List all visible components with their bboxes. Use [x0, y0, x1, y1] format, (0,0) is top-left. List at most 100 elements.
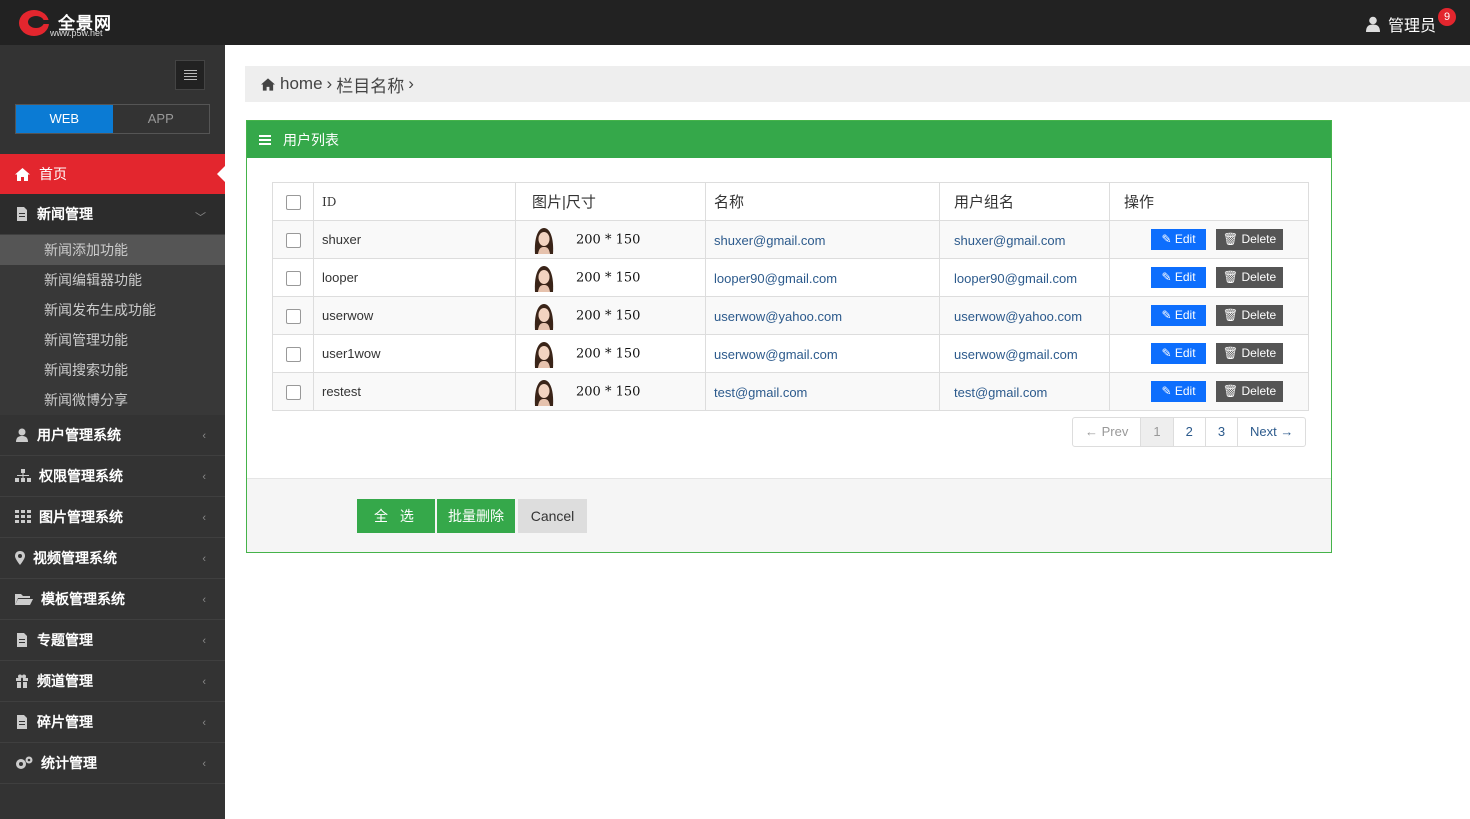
- chevron-left-icon: ‹: [202, 758, 206, 770]
- submenu-item[interactable]: 新闻管理功能: [0, 325, 225, 355]
- sidebar-item-fragments[interactable]: 碎片管理 ‹: [0, 702, 225, 743]
- prev-page-button[interactable]: ← Prev: [1073, 418, 1140, 446]
- panel-footer: 全 选 批量删除 Cancel: [247, 478, 1331, 552]
- user-group-link[interactable]: shuxer@gmail.com: [954, 233, 1065, 248]
- row-checkbox[interactable]: [285, 232, 301, 248]
- user-name-link[interactable]: shuxer@gmail.com: [714, 233, 825, 248]
- tab-web[interactable]: WEB: [16, 105, 113, 133]
- user-group-link[interactable]: test@gmail.com: [954, 385, 1047, 400]
- user-name-link[interactable]: userwow@yahoo.com: [714, 309, 842, 324]
- avatar: [534, 227, 554, 254]
- delete-button[interactable]: 🗑 Delete: [1216, 343, 1283, 364]
- sitemap-icon: [15, 469, 31, 482]
- edit-button[interactable]: ✎ Edit: [1151, 229, 1206, 250]
- user-menu[interactable]: 管理员 9: [1365, 8, 1456, 35]
- sidebar-toggle-button[interactable]: [175, 60, 205, 90]
- sidebar: WEB APP 首页 新闻管理 ﹀ 新闻添加功能 新闻编辑器功能 新闻发布生成功…: [0, 45, 225, 819]
- user-table: ID 图片|尺寸 名称 用户组名 操作 shuxer 200 * 150 shu…: [272, 182, 1309, 411]
- column-header-image: 图片|尺寸: [515, 182, 706, 221]
- submenu-item[interactable]: 新闻添加功能: [0, 235, 225, 265]
- sidebar-item-images[interactable]: 图片管理系统 ‹: [0, 497, 225, 538]
- row-id: user1wow: [313, 334, 516, 373]
- user-group-link[interactable]: looper90@gmail.com: [954, 271, 1077, 286]
- table-row: userwow 200 * 150 userwow@yahoo.com user…: [272, 296, 1309, 335]
- sidebar-item-label: 碎片管理: [37, 714, 93, 730]
- batch-delete-button[interactable]: 批量删除: [437, 499, 515, 533]
- select-all-checkbox[interactable]: [285, 194, 301, 210]
- edit-icon: ✎: [1161, 270, 1175, 284]
- notification-badge[interactable]: 9: [1438, 8, 1456, 26]
- sidebar-item-home[interactable]: 首页: [0, 154, 225, 194]
- delete-button[interactable]: 🗑 Delete: [1216, 267, 1283, 288]
- breadcrumb: home › 栏目名称 ›: [245, 66, 1470, 102]
- submenu-item[interactable]: 新闻发布生成功能: [0, 295, 225, 325]
- submenu-item[interactable]: 新闻编辑器功能: [0, 265, 225, 295]
- row-checkbox[interactable]: [285, 346, 301, 362]
- map-marker-icon: [15, 551, 25, 565]
- top-bar: 全景网 www.p5w.net 管理员 9: [0, 0, 1470, 45]
- edit-label: Edit: [1174, 346, 1196, 360]
- sidebar-menu: 首页 新闻管理 ﹀ 新闻添加功能 新闻编辑器功能 新闻发布生成功能 新闻管理功能…: [0, 154, 225, 784]
- delete-label: Delete: [1241, 308, 1277, 322]
- file-icon: [17, 633, 27, 647]
- column-header-name: 名称: [705, 182, 940, 221]
- cancel-button[interactable]: Cancel: [518, 499, 587, 533]
- user-group-link[interactable]: userwow@gmail.com: [954, 347, 1078, 362]
- sidebar-item-users[interactable]: 用户管理系统 ‹: [0, 415, 225, 456]
- row-checkbox[interactable]: [285, 308, 301, 324]
- sidebar-item-label: 新闻管理: [37, 206, 93, 222]
- logo-mark-icon: [19, 10, 52, 36]
- gift-icon: [16, 674, 28, 688]
- delete-button[interactable]: 🗑 Delete: [1216, 305, 1283, 326]
- image-size: 200 * 150: [576, 346, 641, 361]
- edit-icon: ✎: [1161, 346, 1175, 360]
- sidebar-item-permissions[interactable]: 权限管理系统 ‹: [0, 456, 225, 497]
- user-list-panel: 用户列表 ID 图片|尺寸 名称 用户组名 操作 shuxer 200 * 15…: [246, 120, 1332, 553]
- edit-button[interactable]: ✎ Edit: [1151, 381, 1206, 402]
- user-name-link[interactable]: looper90@gmail.com: [714, 271, 837, 286]
- table-row: user1wow 200 * 150 userwow@gmail.com use…: [272, 334, 1309, 373]
- breadcrumb-home[interactable]: home: [280, 74, 323, 94]
- sidebar-item-statistics[interactable]: 统计管理 ‹: [0, 743, 225, 784]
- chevron-left-icon: ‹: [202, 594, 206, 606]
- avatar: [534, 379, 554, 406]
- select-all-button[interactable]: 全 选: [357, 499, 435, 533]
- delete-button[interactable]: 🗑 Delete: [1216, 381, 1283, 402]
- delete-button[interactable]: 🗑 Delete: [1216, 229, 1283, 250]
- edit-button[interactable]: ✎ Edit: [1151, 267, 1206, 288]
- pagination: ← Prev 1 2 3 Next →: [1072, 417, 1307, 447]
- sidebar-item-news[interactable]: 新闻管理 ﹀: [0, 194, 225, 235]
- sidebar-item-videos[interactable]: 视频管理系统 ‹: [0, 538, 225, 579]
- row-checkbox[interactable]: [285, 270, 301, 286]
- chevron-left-icon: ‹: [202, 430, 206, 442]
- user-group-link[interactable]: userwow@yahoo.com: [954, 309, 1082, 324]
- user-name-link[interactable]: test@gmail.com: [714, 385, 807, 400]
- sidebar-item-channels[interactable]: 频道管理 ‹: [0, 661, 225, 702]
- user-icon: [1365, 16, 1380, 32]
- logo[interactable]: 全景网 www.p5w.net: [18, 6, 138, 40]
- tab-app[interactable]: APP: [112, 105, 209, 133]
- submenu-item[interactable]: 新闻搜索功能: [0, 355, 225, 385]
- delete-label: Delete: [1241, 384, 1277, 398]
- trash-icon: 🗑: [1222, 346, 1242, 360]
- edit-button[interactable]: ✎ Edit: [1151, 305, 1206, 326]
- file-icon: [17, 715, 27, 729]
- next-page-button[interactable]: Next →: [1237, 418, 1305, 446]
- news-submenu: 新闻添加功能 新闻编辑器功能 新闻发布生成功能 新闻管理功能 新闻搜索功能 新闻…: [0, 235, 225, 415]
- breadcrumb-current[interactable]: 栏目名称: [336, 72, 404, 97]
- row-id: userwow: [313, 296, 516, 335]
- sidebar-item-topics[interactable]: 专题管理 ‹: [0, 620, 225, 661]
- image-size: 200 * 150: [576, 232, 641, 247]
- page-button-3[interactable]: 3: [1204, 418, 1237, 446]
- page-button-2[interactable]: 2: [1172, 418, 1205, 446]
- avatar: [534, 265, 554, 292]
- user-name-link[interactable]: userwow@gmail.com: [714, 347, 838, 362]
- row-id: restest: [313, 372, 516, 411]
- sidebar-item-templates[interactable]: 模板管理系统 ‹: [0, 579, 225, 620]
- image-size: 200 * 150: [576, 308, 641, 323]
- submenu-item[interactable]: 新闻微博分享: [0, 385, 225, 415]
- edit-button[interactable]: ✎ Edit: [1151, 343, 1206, 364]
- sidebar-item-label: 图片管理系统: [39, 509, 123, 525]
- page-button-1[interactable]: 1: [1140, 418, 1173, 446]
- row-checkbox[interactable]: [285, 384, 301, 400]
